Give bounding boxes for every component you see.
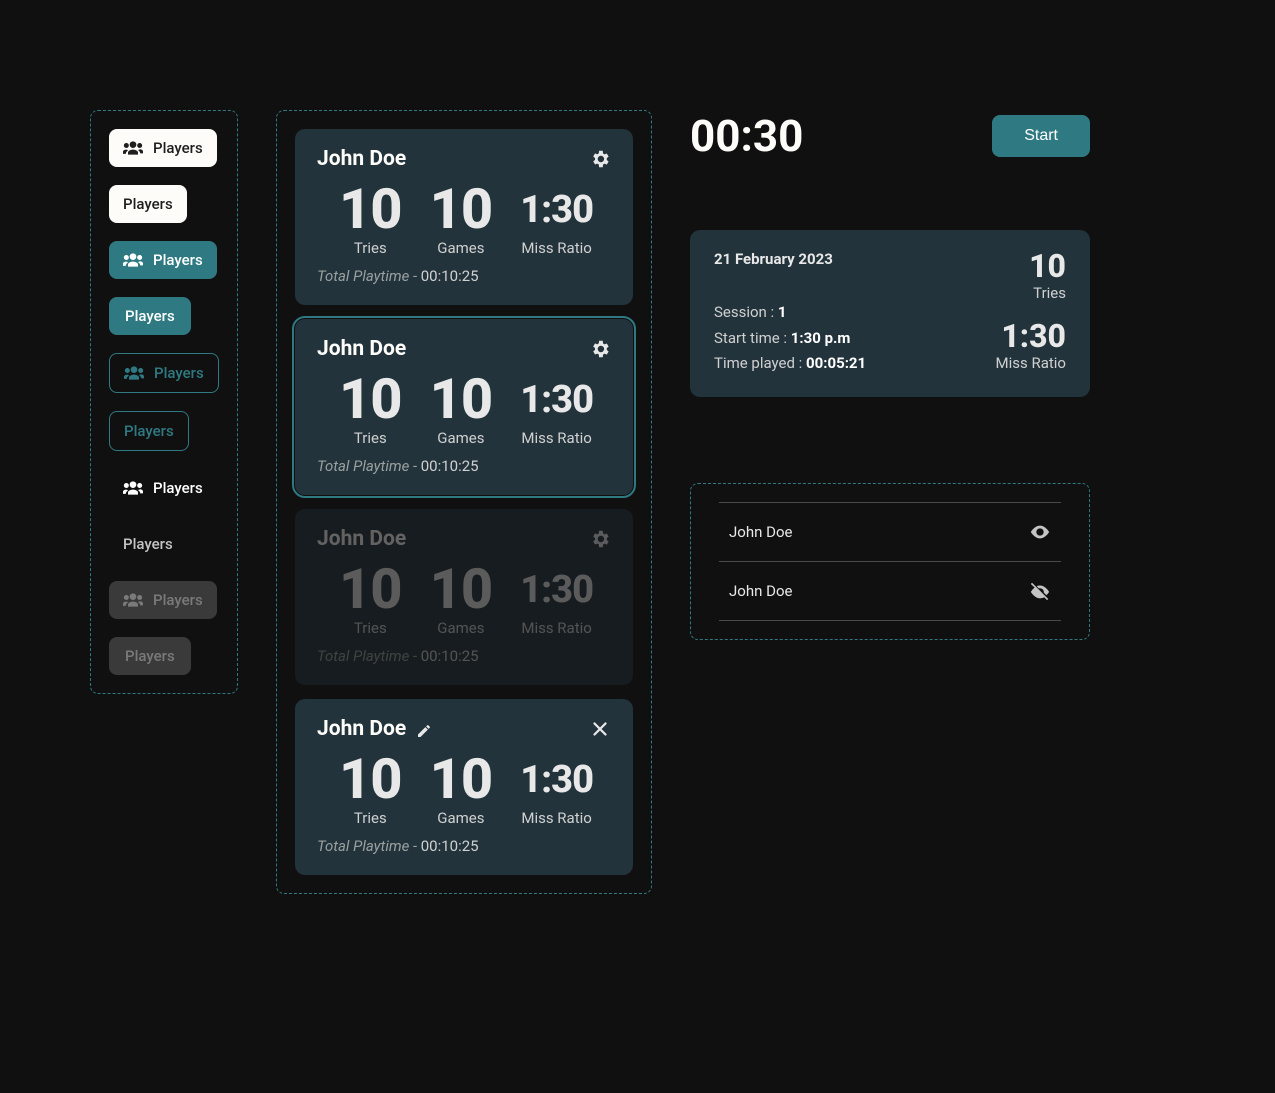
- player-name: John Doe: [317, 717, 406, 741]
- button-label: Players: [123, 535, 173, 553]
- start-time-label: Start time :: [714, 329, 791, 347]
- button-label: Players: [124, 422, 174, 440]
- visibility-name: John Doe: [729, 582, 792, 600]
- session-num: 1: [778, 303, 787, 321]
- tries-value: 10: [339, 561, 402, 617]
- players-button-text-dim-noicon[interactable]: Players: [109, 525, 187, 563]
- games-label: Games: [430, 429, 493, 447]
- players-button-outline[interactable]: Players: [109, 353, 219, 393]
- session-num-label: Session :: [714, 303, 778, 321]
- players-button-text[interactable]: Players: [109, 469, 217, 507]
- total-playtime: Total Playtime - 00:10:25: [317, 837, 611, 855]
- session-card: 21 February 2023 Session : 1 Start time …: [690, 230, 1090, 397]
- groups-icon: [123, 481, 143, 495]
- start-button[interactable]: Start: [992, 115, 1090, 157]
- games-value: 10: [430, 181, 493, 237]
- total-playtime: Total Playtime - 00:10:25: [317, 267, 611, 285]
- timer-row: 00:30 Start: [690, 110, 1090, 162]
- session-date: 21 February 2023: [714, 250, 866, 268]
- eye-off-icon[interactable]: [1029, 580, 1051, 602]
- tries-value: 10: [339, 181, 402, 237]
- button-label: Players: [125, 307, 175, 325]
- players-button-white-noicon[interactable]: Players: [109, 185, 187, 223]
- visibility-row: John Doe: [719, 502, 1061, 562]
- eye-icon[interactable]: [1029, 521, 1051, 543]
- total-playtime: Total Playtime - 00:10:25: [317, 647, 611, 665]
- player-card[interactable]: John Doe10Tries10Games1:30Miss RatioTota…: [295, 699, 633, 875]
- total-playtime: Total Playtime - 00:10:25: [317, 457, 611, 475]
- button-label: Players: [153, 139, 203, 157]
- session-miss-label: Miss Ratio: [996, 354, 1066, 372]
- timer-value: 00:30: [690, 110, 803, 162]
- groups-icon: [124, 366, 144, 380]
- groups-icon: [123, 253, 143, 267]
- start-time: 1:30 p.m: [791, 329, 851, 347]
- tries-value: 10: [339, 371, 402, 427]
- gear-icon[interactable]: [589, 528, 611, 550]
- player-cards-panel: John Doe10Tries10Games1:30Miss RatioTota…: [276, 110, 652, 894]
- player-name: John Doe: [317, 147, 406, 171]
- player-name: John Doe: [317, 527, 406, 551]
- players-button-white[interactable]: Players: [109, 129, 217, 167]
- session-meta: Session : 1 Start time : 1:30 p.m Time p…: [714, 300, 866, 377]
- button-label: Players: [154, 364, 204, 382]
- players-button-disabled: Players: [109, 581, 217, 619]
- games-value: 10: [430, 371, 493, 427]
- miss-ratio-value: 1:30: [520, 754, 593, 807]
- miss-ratio-value: 1:30: [520, 184, 593, 237]
- games-label: Games: [430, 619, 493, 637]
- groups-icon: [123, 141, 143, 155]
- session-miss-value: 1:30: [996, 320, 1066, 352]
- miss-ratio-value: 1:30: [520, 374, 593, 427]
- button-label: Players: [123, 195, 173, 213]
- visibility-row: John Doe: [719, 562, 1061, 621]
- miss-ratio-label: Miss Ratio: [520, 809, 593, 827]
- gear-icon[interactable]: [589, 338, 611, 360]
- player-card[interactable]: John Doe10Tries10Games1:30Miss RatioTota…: [295, 319, 633, 495]
- session-tries-label: Tries: [996, 284, 1066, 302]
- groups-icon: [123, 593, 143, 607]
- pencil-icon[interactable]: [416, 721, 432, 737]
- players-button-disabled-flat-noicon: Players: [109, 637, 191, 675]
- miss-ratio-value: 1:30: [520, 564, 593, 617]
- time-played: 00:05:21: [806, 354, 866, 372]
- games-value: 10: [430, 561, 493, 617]
- miss-ratio-label: Miss Ratio: [520, 619, 593, 637]
- miss-ratio-label: Miss Ratio: [520, 429, 593, 447]
- player-card: John Doe10Tries10Games1:30Miss RatioTota…: [295, 509, 633, 685]
- players-button-teal-flat-noicon[interactable]: Players: [109, 297, 191, 335]
- games-label: Games: [430, 809, 493, 827]
- visibility-panel: John Doe John Doe: [690, 483, 1090, 640]
- player-name: John Doe: [317, 337, 406, 361]
- right-panel: 00:30 Start 21 February 2023 Session : 1…: [690, 110, 1090, 640]
- tries-value: 10: [339, 751, 402, 807]
- players-button-teal[interactable]: Players: [109, 241, 217, 279]
- button-label: Players: [153, 591, 203, 609]
- button-style-panel: Players Players Players Players Players Playe…: [90, 110, 238, 694]
- close-icon[interactable]: [589, 718, 611, 740]
- button-label: Players: [125, 647, 175, 665]
- gear-icon[interactable]: [589, 148, 611, 170]
- games-value: 10: [430, 751, 493, 807]
- session-tries-value: 10: [996, 250, 1066, 282]
- button-label: Players: [153, 479, 203, 497]
- miss-ratio-label: Miss Ratio: [520, 239, 593, 257]
- games-label: Games: [430, 239, 493, 257]
- button-label: Players: [153, 251, 203, 269]
- time-played-label: Time played :: [714, 354, 806, 372]
- visibility-name: John Doe: [729, 523, 792, 541]
- players-button-outline-noicon[interactable]: Players: [109, 411, 189, 451]
- player-card[interactable]: John Doe10Tries10Games1:30Miss RatioTota…: [295, 129, 633, 305]
